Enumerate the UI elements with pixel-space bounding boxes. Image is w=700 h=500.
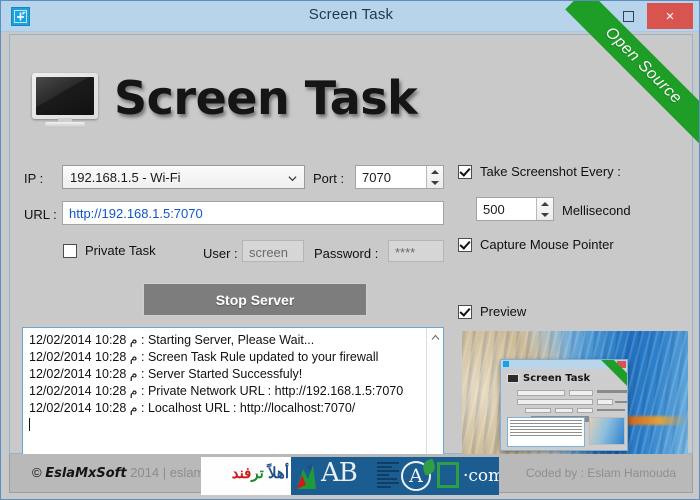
maximize-icon: [623, 11, 634, 22]
client-area: Open Source Screen Task IP : 192.168.1.5…: [9, 34, 693, 454]
preview-inner-window: Screen Task: [500, 359, 628, 451]
url-input-value: http://192.168.1.5:7070: [69, 206, 203, 221]
checkbox-box: [458, 305, 472, 319]
screen-task-window: Screen Task × Open Source Screen Task IP…: [0, 0, 700, 500]
watermark-p-icon: [437, 462, 459, 488]
preview-inner-monitor-icon: [507, 374, 519, 383]
ip-select-value: 192.168.1.5 - Wi-Fi: [70, 170, 181, 185]
checkbox-box: [458, 238, 472, 252]
log-line: 12/02/2014 10:28 م : Starting Server, Pl…: [29, 332, 427, 349]
footer-brand: EslaMxSoft: [45, 466, 126, 481]
interval-input[interactable]: 500: [476, 197, 554, 221]
interval-stepper[interactable]: [536, 198, 553, 220]
log-caret-line: [29, 417, 427, 434]
preview-inner-log: [507, 417, 585, 447]
url-label: URL :: [24, 207, 57, 222]
private-task-checkbox[interactable]: Private Task: [63, 243, 156, 258]
preview-inner-brand: Screen Task: [523, 373, 590, 384]
url-input[interactable]: http://192.168.1.5:7070: [62, 201, 444, 225]
watermark-arabic-text: أهلاً ترفند: [232, 464, 289, 482]
interval-stepper-down[interactable]: [537, 209, 553, 220]
user-label: User :: [203, 246, 238, 261]
preview-inner-thumbnail: [589, 417, 625, 445]
port-stepper-down[interactable]: [427, 177, 443, 188]
take-screenshot-label: Take Screenshot Every :: [480, 164, 621, 179]
ip-label: IP :: [24, 171, 43, 186]
capture-mouse-checkbox[interactable]: Capture Mouse Pointer: [458, 237, 614, 252]
interval-stepper-up[interactable]: [537, 198, 553, 209]
watermark-domain: ·com: [463, 466, 499, 486]
log-line: 12/02/2014 10:28 م : Server Started Succ…: [29, 366, 427, 383]
capture-mouse-label: Capture Mouse Pointer: [480, 237, 614, 252]
interval-input-value: 500: [483, 202, 505, 217]
watermark-monogram: AB: [321, 458, 357, 488]
log-line: 12/02/2014 10:28 م : Private Network URL…: [29, 383, 427, 400]
watermark-bars-icon: [377, 462, 399, 490]
password-input-value: ****: [395, 245, 415, 260]
port-input[interactable]: 7070: [355, 165, 444, 189]
password-input[interactable]: ****: [388, 240, 444, 262]
interval-unit-label: Mellisecond: [562, 203, 631, 218]
private-task-label: Private Task: [85, 243, 156, 258]
monitor-icon: [32, 73, 98, 127]
port-input-value: 7070: [362, 170, 391, 185]
password-label: Password :: [314, 246, 378, 261]
watermark-logo-icon: [293, 459, 319, 493]
app-brand-title: Screen Task: [114, 71, 417, 125]
stop-server-button[interactable]: Stop Server: [143, 283, 367, 316]
port-stepper[interactable]: [426, 166, 443, 188]
checkbox-box: [63, 244, 77, 258]
ip-select[interactable]: 192.168.1.5 - Wi-Fi: [62, 165, 305, 189]
checkbox-box: [458, 165, 472, 179]
footer-coded-by: Coded by : Eslam Hamouda: [526, 466, 676, 480]
user-input[interactable]: screen: [242, 240, 304, 262]
preview-checkbox[interactable]: Preview: [458, 304, 526, 319]
port-label: Port :: [313, 171, 344, 186]
chevron-up-icon[interactable]: [427, 329, 443, 346]
copyright-icon: ©: [32, 465, 42, 480]
user-input-value: screen: [249, 245, 288, 260]
log-line: 12/02/2014 10:28 م : Screen Task Rule up…: [29, 349, 427, 366]
log-line: 12/02/2014 10:28 م : Localhost URL : htt…: [29, 400, 427, 417]
watermark-overlay: أهلاً ترفند AB A ·com: [201, 457, 499, 495]
port-stepper-up[interactable]: [427, 166, 443, 177]
take-screenshot-checkbox[interactable]: Take Screenshot Every :: [458, 164, 621, 179]
footer-year: 2014 | eslam: [130, 465, 204, 480]
preview-label: Preview: [480, 304, 526, 319]
close-button[interactable]: ×: [647, 3, 693, 29]
log-lines: 12/02/2014 10:28 م : Starting Server, Pl…: [29, 332, 427, 434]
chevron-down-icon: [288, 174, 297, 183]
footer-copyright: © EslaMxSoft 2014 | eslam: [32, 465, 204, 481]
preview-inner-app-icon: [503, 361, 509, 367]
